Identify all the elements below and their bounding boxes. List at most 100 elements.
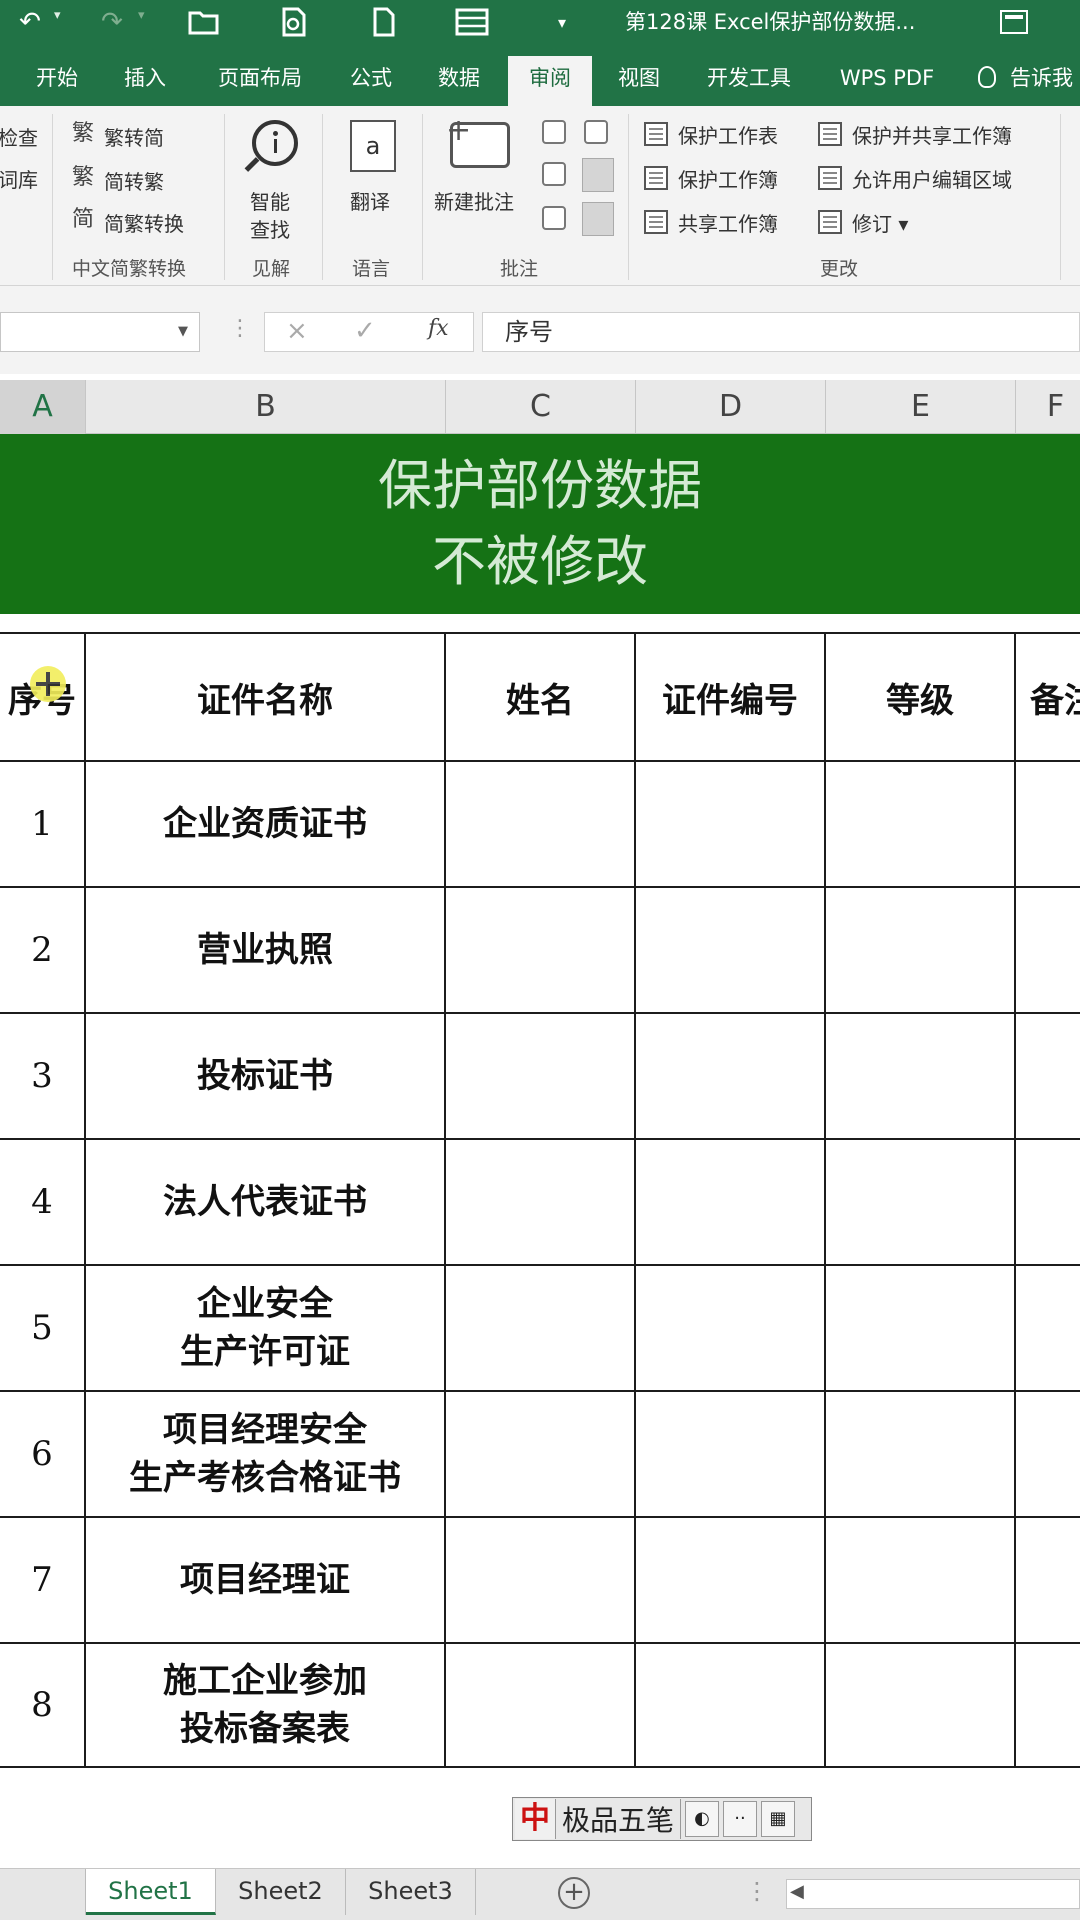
group-label-language: 语言 <box>352 258 391 280</box>
next-comment-icon[interactable] <box>542 206 566 230</box>
new-comment-button[interactable]: 新建批注 <box>434 186 514 215</box>
ribbon-display-options-icon[interactable] <box>1000 10 1028 34</box>
title-banner-cell[interactable]: 保护部份数据 不被修改 <box>0 434 1080 614</box>
cancel-icon[interactable]: × <box>286 316 308 346</box>
row-number-cell[interactable]: 1 <box>0 762 84 886</box>
add-sheet-icon[interactable]: + <box>558 1877 590 1909</box>
tab-insert[interactable]: 插入 <box>108 58 182 106</box>
formula-input[interactable]: 序号 <box>482 312 1080 352</box>
protect-share-icon <box>818 122 842 146</box>
row-number-cell[interactable]: 5 <box>0 1266 84 1390</box>
conversion-settings-button[interactable]: 简繁转换 <box>104 208 184 237</box>
lightbulb-icon[interactable] <box>978 66 996 88</box>
smart-lookup-line1[interactable]: 智能 <box>250 186 290 215</box>
tab-home[interactable]: 开始 <box>20 58 94 106</box>
sheet-tab-1[interactable]: Sheet1 <box>86 1869 216 1915</box>
tell-me-search[interactable]: 告诉我 <box>1010 58 1080 106</box>
form-icon[interactable] <box>448 0 496 44</box>
tab-formulas[interactable]: 公式 <box>334 58 408 106</box>
header-cell-level[interactable]: 等级 <box>826 634 1014 760</box>
previous-comment-icon[interactable] <box>542 162 566 186</box>
tab-data[interactable]: 数据 <box>422 58 496 106</box>
mouse-cursor-icon <box>30 666 66 702</box>
show-hide-comment-icon[interactable] <box>582 158 614 192</box>
sheet-tab-bar: Sheet1 Sheet2 Sheet3 + ⋮ ◀ <box>0 1868 1080 1920</box>
cert-name-cell[interactable]: 营业执照 <box>86 888 444 1012</box>
punctuation-icon[interactable]: ·· <box>723 1801 758 1837</box>
column-header-a[interactable]: A <box>0 380 86 434</box>
cert-name-cell[interactable]: 施工企业参加 投标备案表 <box>86 1644 444 1766</box>
protect-share-workbook-button[interactable]: 保护并共享工作簿 <box>852 120 1012 149</box>
group-label-insights: 见解 <box>252 258 291 280</box>
traditional-to-simplified-button[interactable]: 繁转简 <box>104 122 164 151</box>
protect-workbook-button[interactable]: 保护工作簿 <box>678 164 778 193</box>
ime-name[interactable]: 极品五笔 <box>555 1799 682 1839</box>
cert-name-cell[interactable]: 项目经理安全 生产考核合格证书 <box>86 1392 444 1516</box>
ime-logo-icon[interactable]: 中 <box>515 1799 555 1839</box>
edit-comment-icon[interactable] <box>584 120 608 144</box>
tab-page-layout[interactable]: 页面布局 <box>204 58 316 106</box>
header-cell-cert-name[interactable]: 证件名称 <box>86 634 444 760</box>
allow-edit-ranges-button[interactable]: 允许用户编辑区域 <box>852 164 1012 193</box>
show-ink-icon[interactable] <box>582 202 614 236</box>
tab-view[interactable]: 视图 <box>602 58 676 106</box>
sheet-tab-2[interactable]: Sheet2 <box>216 1869 346 1915</box>
scroll-left-icon[interactable]: ◀ <box>790 1881 804 1902</box>
translate-button[interactable]: 翻译 <box>350 186 390 215</box>
row-number-cell[interactable]: 3 <box>0 1014 84 1138</box>
cert-name-cell[interactable]: 企业安全 生产许可证 <box>86 1266 444 1390</box>
insert-function-icon[interactable]: fx <box>428 316 449 341</box>
tab-review[interactable]: 审阅 <box>508 56 592 106</box>
name-box[interactable] <box>0 312 200 352</box>
new-document-icon[interactable] <box>362 0 406 44</box>
row-number-cell[interactable]: 8 <box>0 1644 84 1766</box>
column-header-e[interactable]: E <box>826 380 1016 434</box>
ime-toolbar[interactable]: 中 极品五笔 ◐ ·· ▦ <box>512 1797 812 1841</box>
translate-icon[interactable]: a <box>350 120 396 172</box>
column-header-b[interactable]: B <box>86 380 446 434</box>
redo-icon[interactable]: ↷ <box>92 0 132 44</box>
horizontal-scrollbar[interactable] <box>786 1879 1080 1909</box>
row-number-cell[interactable]: 2 <box>0 888 84 1012</box>
spelling-check-button[interactable]: 检查 <box>0 122 38 151</box>
protect-workbook-icon <box>644 166 668 190</box>
smart-lookup-line2[interactable]: 查找 <box>250 214 290 243</box>
undo-dropdown-icon[interactable]: ▾ <box>54 8 61 23</box>
print-preview-icon[interactable] <box>272 0 316 44</box>
delete-comment-icon[interactable] <box>542 120 566 144</box>
half-width-moon-icon[interactable]: ◐ <box>685 1801 720 1837</box>
cert-name-cell[interactable]: 项目经理证 <box>86 1518 444 1642</box>
thesaurus-button[interactable]: 词库 <box>0 164 38 193</box>
protect-sheet-button[interactable]: 保护工作表 <box>678 120 778 149</box>
header-cell-remarks[interactable]: 备注 <box>1016 634 1080 760</box>
simplified-to-traditional-button[interactable]: 简转繁 <box>104 166 164 195</box>
share-workbook-button[interactable]: 共享工作簿 <box>678 208 778 237</box>
header-cell-cert-number[interactable]: 证件编号 <box>636 634 824 760</box>
enter-icon[interactable]: ✓ <box>354 316 376 346</box>
window-title: 第128课 Excel保护部份数据... <box>625 10 916 34</box>
row-number-cell[interactable]: 6 <box>0 1392 84 1516</box>
column-header-d[interactable]: D <box>636 380 826 434</box>
undo-icon[interactable]: ↶ <box>10 0 50 44</box>
column-header-c[interactable]: C <box>446 380 636 434</box>
customize-qat-icon[interactable]: ▾ <box>550 0 574 44</box>
row-number-cell[interactable]: 4 <box>0 1140 84 1264</box>
folder-open-icon[interactable] <box>182 0 226 44</box>
soft-keyboard-icon[interactable]: ▦ <box>761 1801 796 1837</box>
tab-wps-pdf[interactable]: WPS PDF <box>826 58 948 106</box>
chevron-down-icon[interactable]: ▼ <box>178 324 188 339</box>
more-icon[interactable]: ⋮ <box>742 1869 772 1915</box>
header-cell-name[interactable]: 姓名 <box>446 634 634 760</box>
sheet-tab-3[interactable]: Sheet3 <box>346 1869 476 1915</box>
ribbon: 检查 词库 繁 繁转简 繁 简转繁 简 简繁转换 中文简繁转换 智能 查找 见解… <box>0 106 1080 286</box>
cert-name-cell[interactable]: 投标证书 <box>86 1014 444 1138</box>
cert-name-cell[interactable]: 法人代表证书 <box>86 1140 444 1264</box>
row-number-cell[interactable]: 7 <box>0 1518 84 1642</box>
track-changes-button[interactable]: 修订 ▾ <box>852 208 908 237</box>
column-header-f[interactable]: F <box>1016 380 1080 434</box>
sheet-nav[interactable] <box>0 1869 86 1915</box>
resize-handle[interactable]: ⋮ <box>229 316 251 341</box>
cert-name-cell[interactable]: 企业资质证书 <box>86 762 444 886</box>
redo-dropdown-icon[interactable]: ▾ <box>138 8 145 23</box>
tab-developer[interactable]: 开发工具 <box>690 58 808 106</box>
